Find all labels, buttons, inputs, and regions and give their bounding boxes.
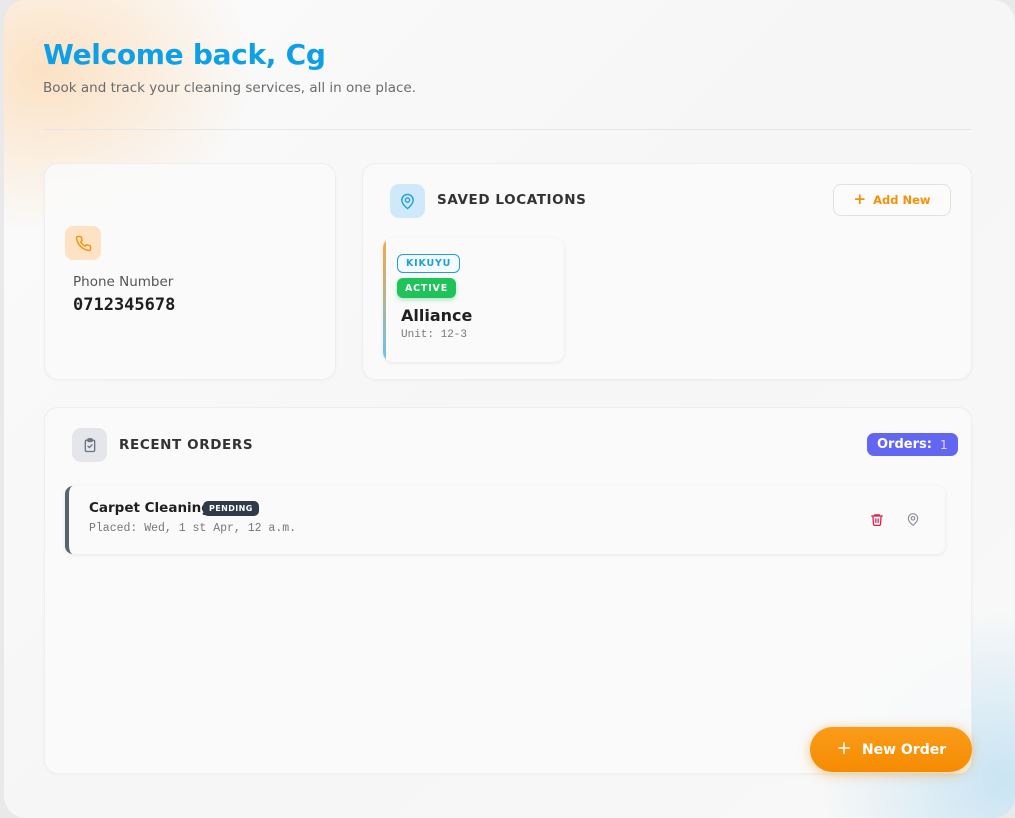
clipboard-check-icon [72,428,107,462]
recent-orders-card: RECENT ORDERS Orders: 1 Carpet Cleaning … [44,407,972,774]
page-subtitle: Book and track your cleaning services, a… [43,80,417,96]
add-location-button[interactable]: + Add New [833,184,951,216]
phone-icon [65,226,101,260]
orders-count-value: 1 [939,437,948,452]
trash-icon[interactable] [868,510,886,528]
map-pin-icon [390,184,425,218]
saved-locations-card: SAVED LOCATIONS + Add New KIKUYU ACTIVE … [362,163,972,380]
app-frame: Welcome back, Cg Book and track your cle… [4,0,1015,818]
new-order-label: New Order [861,741,947,758]
order-row[interactable]: Carpet Cleaning PENDING Placed: Wed, 1 s… [65,486,945,554]
orders-count-badge: Orders: 1 [867,433,958,456]
add-location-label: Add New [873,193,931,207]
order-placed-date: Placed: Wed, 1 st Apr, 12 a.m. [89,522,297,535]
new-order-button[interactable]: New Order [810,727,972,772]
map-pin-icon[interactable] [904,510,922,528]
location-accent-stripe [383,238,386,362]
phone-card: Phone Number 0712345678 [44,163,336,380]
location-card[interactable]: KIKUYU ACTIVE Alliance Unit: 12-3 [383,238,564,362]
order-service-name: Carpet Cleaning [89,500,211,516]
order-status-badge: PENDING [203,501,259,516]
orders-count-label: Orders: [877,437,932,452]
phone-label: Phone Number [73,274,174,290]
page-title: Welcome back, Cg [43,38,326,71]
location-status-badge: ACTIVE [397,278,456,298]
saved-locations-title: SAVED LOCATIONS [437,192,587,208]
phone-value: 0712345678 [73,295,176,315]
location-name: Alliance [401,306,473,325]
location-area-tag: KIKUYU [397,254,461,273]
plus-icon: + [853,190,867,208]
plus-icon [836,740,852,760]
header-divider [43,129,971,130]
location-unit: Unit: 12-3 [401,329,468,341]
recent-orders-title: RECENT ORDERS [119,437,254,453]
